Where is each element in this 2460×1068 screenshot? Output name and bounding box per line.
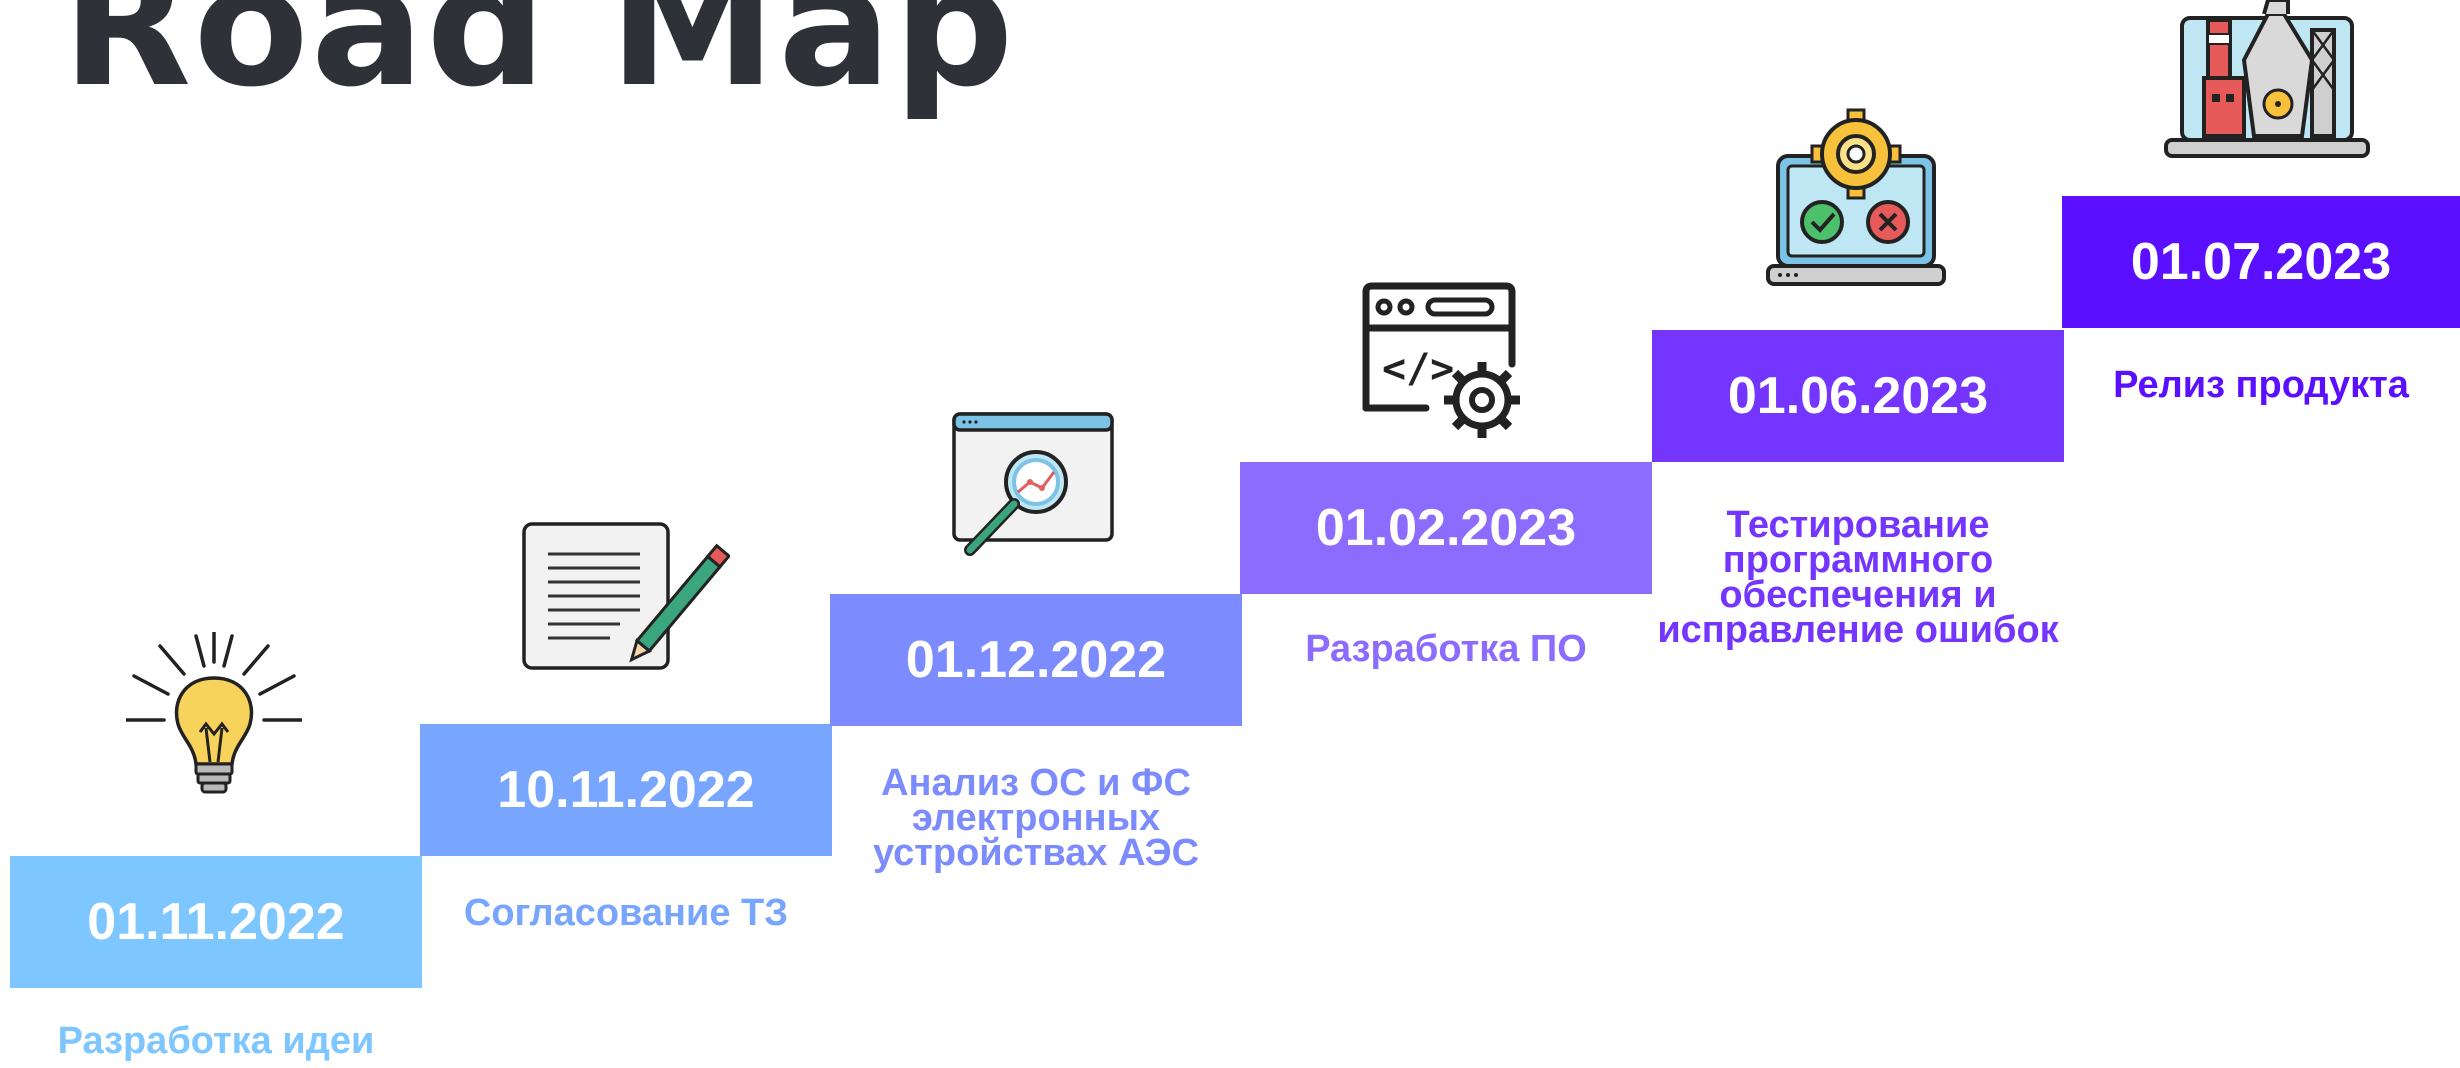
laptop-power-plant-icon <box>2164 0 2370 162</box>
milestone-label-3: Анализ ОС и ФС электронных устройствах А… <box>872 762 1200 874</box>
milestone-label-6: Релиз продукта <box>2113 364 2409 406</box>
milestone-label-1: Разработка идеи <box>57 1020 375 1062</box>
laptop-gear-check-icon <box>1764 108 1948 292</box>
milestone-date-4: 01.02.2023 <box>1240 462 1652 594</box>
document-pencil-icon <box>520 520 730 672</box>
milestone-label-5: Тестирование программного обеспечения и … <box>1657 504 2059 651</box>
lightbulb-icon <box>126 632 302 808</box>
roadmap-page: Road Map 01.11.2022 Разработка идеи 10.1… <box>0 0 2460 1068</box>
page-title: Road Map <box>62 0 1016 124</box>
browser-magnifier-icon <box>950 410 1116 562</box>
code-window-gear-icon: </> <box>1362 282 1528 442</box>
milestone-date-2: 10.11.2022 <box>420 724 832 856</box>
svg-text:</>: </> <box>1382 346 1454 392</box>
milestone-date-6: 01.07.2023 <box>2062 196 2460 328</box>
milestone-label-2: Согласование ТЗ <box>463 892 789 934</box>
milestone-label-4: Разработка ПО <box>1305 628 1587 670</box>
milestone-date-1: 01.11.2022 <box>10 856 422 988</box>
milestone-date-3: 01.12.2022 <box>830 594 1242 726</box>
milestone-date-5: 01.06.2023 <box>1652 330 2064 462</box>
